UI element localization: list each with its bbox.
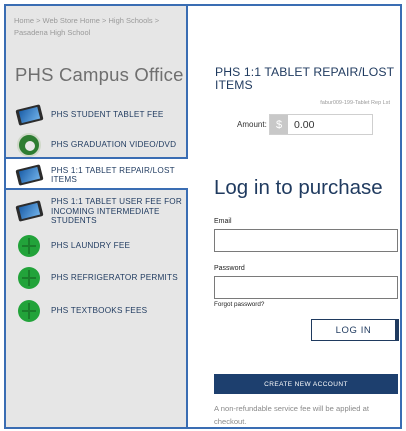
- create-account-button[interactable]: CREATE NEW ACCOUNT: [214, 374, 398, 394]
- campus-title: PHS Campus Office: [15, 64, 184, 85]
- tablet-icon: [14, 161, 44, 189]
- school-seal-icon: [15, 131, 43, 159]
- green-leaf-icon: [15, 232, 43, 260]
- amount-input[interactable]: $ 0.00: [269, 114, 373, 135]
- amount-label: Amount:: [237, 120, 267, 129]
- tablet-icon: [14, 101, 44, 129]
- sidebar-item-label: PHS LAUNDRY FEE: [51, 241, 131, 251]
- password-label: Password: [214, 265, 245, 272]
- sidebar-item-tablet-user-fee[interactable]: PHS 1:1 TABLET USER FEE FOR INCOMING INT…: [6, 197, 188, 226]
- dollar-icon: $: [270, 115, 288, 134]
- sidebar-item-refrigerator-permits[interactable]: PHS REFRIGERATOR PERMITS: [6, 264, 188, 292]
- sidebar-item-laundry-fee[interactable]: PHS LAUNDRY FEE: [6, 232, 188, 260]
- sidebar: Home > Web Store Home > High Schools > P…: [6, 6, 190, 427]
- login-button[interactable]: LOG IN: [311, 319, 399, 341]
- sidebar-item-label: PHS 1:1 TABLET REPAIR/LOST ITEMS: [51, 165, 175, 185]
- service-fee-note: A non-refundable service fee will be app…: [214, 404, 369, 426]
- login-title: Log in to purchase: [214, 176, 383, 199]
- product-sku: fabur009-199-Tablet Rep Lst: [320, 100, 390, 106]
- password-field[interactable]: [214, 276, 398, 299]
- sidebar-item-label: PHS TEXTBOOKS FEES: [51, 306, 148, 316]
- green-leaf-icon: [15, 264, 43, 292]
- sidebar-item-label: PHS GRADUATION VIDEO/DVD: [51, 140, 177, 150]
- tablet-icon: [14, 197, 44, 225]
- green-leaf-icon: [15, 297, 43, 325]
- sidebar-item-tablet-repair[interactable]: PHS 1:1 TABLET REPAIR/LOST ITEMS: [6, 161, 188, 189]
- breadcrumb[interactable]: Home > Web Store Home > High Schools > P…: [14, 15, 174, 39]
- sidebar-item-label: PHS 1:1 TABLET USER FEE FOR INCOMING INT…: [51, 197, 182, 225]
- sidebar-item-label: PHS REFRIGERATOR PERMITS: [51, 273, 178, 283]
- product-title: PHS 1:1 TABLET REPAIR/LOST ITEMS: [215, 65, 394, 92]
- main-content: PHS 1:1 TABLET REPAIR/LOST ITEMS fabur00…: [190, 6, 400, 427]
- forgot-password-link[interactable]: Forgot password?: [214, 301, 264, 308]
- sidebar-item-graduation-video[interactable]: PHS GRADUATION VIDEO/DVD: [6, 131, 188, 159]
- sidebar-item-student-tablet-fee[interactable]: PHS STUDENT TABLET FEE: [6, 101, 188, 129]
- sidebar-item-label: PHS STUDENT TABLET FEE: [51, 110, 164, 120]
- email-label: Email: [214, 218, 232, 225]
- sidebar-item-textbooks-fees[interactable]: PHS TEXTBOOKS FEES: [6, 297, 188, 325]
- amount-value: 0.00: [294, 118, 315, 131]
- store-frame: Home > Web Store Home > High Schools > P…: [4, 4, 402, 429]
- email-field[interactable]: [214, 229, 398, 252]
